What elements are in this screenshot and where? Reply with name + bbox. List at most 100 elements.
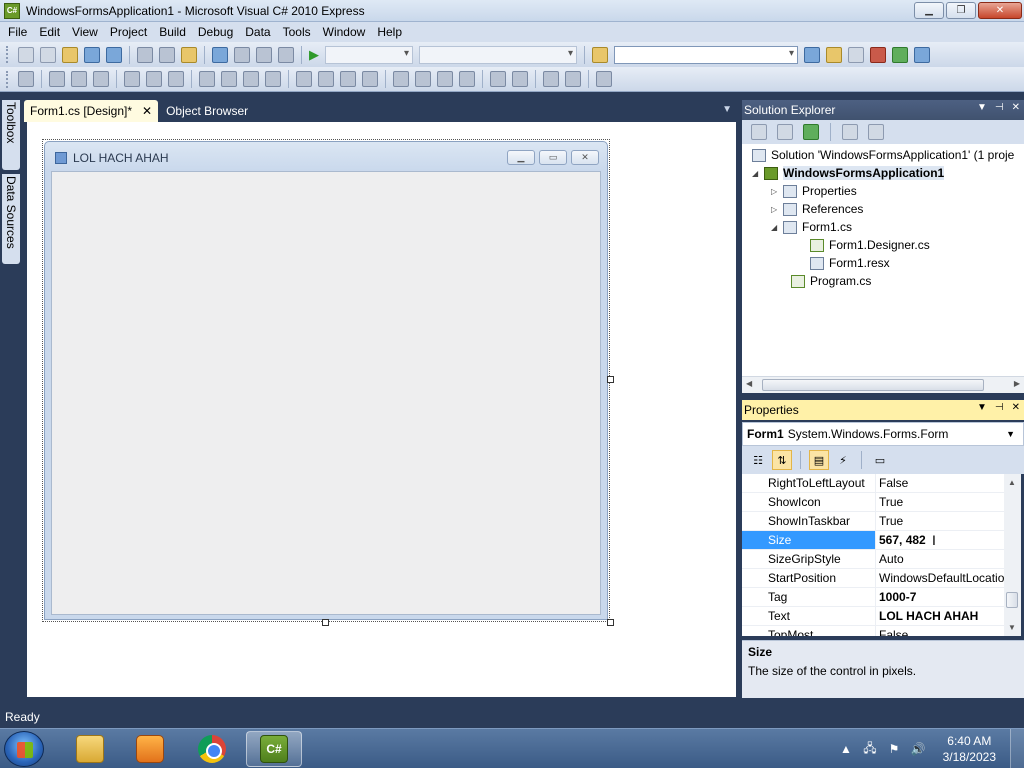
categorized-icon[interactable]: ☷ xyxy=(748,450,768,470)
align-tops-icon[interactable] xyxy=(124,71,140,87)
object-selector[interactable]: Form1 System.Windows.Forms.Form ▼ xyxy=(742,422,1024,446)
copy-icon[interactable] xyxy=(159,46,175,63)
taskbar-visual-csharp[interactable]: C# xyxy=(246,731,302,767)
show-all-files-icon[interactable] xyxy=(777,124,793,140)
tab-order-icon[interactable] xyxy=(596,71,612,87)
property-row[interactable]: ShowInTaskbar True xyxy=(742,512,1004,531)
action-center-flag-icon[interactable]: ⚑ xyxy=(886,742,902,756)
expand-arrow-icon[interactable]: ▷ xyxy=(771,205,783,214)
resize-handle-bottom[interactable] xyxy=(322,619,329,626)
designed-form[interactable]: LOL HACH AHAH ▁ ▭ ✕ xyxy=(44,141,608,620)
find-combo[interactable] xyxy=(614,45,798,64)
close-panel-icon[interactable]: ✕ xyxy=(1012,102,1020,113)
remove-vertical-spacing-icon[interactable] xyxy=(459,71,475,87)
network-icon[interactable]: 🖧 xyxy=(862,739,878,760)
tree-item-form1-cs[interactable]: ◢ Form1.cs xyxy=(771,218,852,236)
auto-hide-pin-icon[interactable]: ⊣ xyxy=(995,402,1004,413)
minimize-button[interactable]: ▁ xyxy=(914,2,944,19)
active-files-dropdown-icon[interactable]: ▼ xyxy=(722,104,732,115)
property-value[interactable]: False xyxy=(876,474,1004,492)
menu-view[interactable]: View xyxy=(66,22,104,42)
property-row[interactable]: StartPosition WindowsDefaultLocatio xyxy=(742,569,1004,588)
tree-item-form1-designer-cs[interactable]: Form1.Designer.cs xyxy=(810,236,930,254)
restore-button[interactable]: ❐ xyxy=(946,2,976,19)
scroll-up-icon[interactable]: ▲ xyxy=(1008,478,1016,487)
make-same-height-icon[interactable] xyxy=(243,71,259,87)
decrease-vertical-spacing-icon[interactable] xyxy=(437,71,453,87)
property-row[interactable]: SizeGripStyle Auto xyxy=(742,550,1004,569)
start-page-icon[interactable] xyxy=(892,46,908,63)
cut-icon[interactable] xyxy=(137,46,153,63)
align-centers-icon[interactable] xyxy=(71,71,87,87)
find-in-files-icon[interactable] xyxy=(592,46,608,63)
taskbar-media-player[interactable] xyxy=(122,731,178,767)
property-value[interactable]: Auto xyxy=(876,550,1004,568)
collapse-arrow-icon[interactable]: ◢ xyxy=(752,169,764,178)
add-item-icon[interactable] xyxy=(40,46,56,63)
horizontal-spacing-icon[interactable] xyxy=(296,71,312,87)
toolbox-tab[interactable]: Toolbox xyxy=(2,100,20,170)
chevron-down-icon[interactable]: ▼ xyxy=(1006,429,1015,439)
make-same-width-icon[interactable] xyxy=(199,71,215,87)
solution-tree-horizontal-scrollbar[interactable]: ◀ ▶ xyxy=(742,376,1024,393)
menu-build[interactable]: Build xyxy=(153,22,192,42)
properties-view-icon[interactable]: ▤ xyxy=(809,450,829,470)
solution-explorer-icon[interactable] xyxy=(804,46,820,63)
navigate-backward-icon[interactable] xyxy=(256,46,272,63)
send-to-back-icon[interactable] xyxy=(565,71,581,87)
tree-item-form1-resx[interactable]: Form1.resx xyxy=(810,254,890,272)
new-project-icon[interactable] xyxy=(18,46,34,63)
menu-tools[interactable]: Tools xyxy=(277,22,317,42)
menu-project[interactable]: Project xyxy=(104,22,153,42)
properties-window-icon[interactable] xyxy=(826,46,842,63)
data-sources-tab[interactable]: Data Sources xyxy=(2,174,20,264)
property-row[interactable]: RightToLeftLayout False xyxy=(742,474,1004,493)
form-designer-surface[interactable]: LOL HACH AHAH ▁ ▭ ✕ xyxy=(27,122,736,697)
close-button[interactable]: ✕ xyxy=(978,2,1022,19)
align-bottoms-icon[interactable] xyxy=(168,71,184,87)
auto-hide-pin-icon[interactable]: ⊣ xyxy=(995,102,1004,113)
start-debugging-icon[interactable]: ▶ xyxy=(306,47,322,63)
vertical-spacing-icon[interactable] xyxy=(393,71,409,87)
scroll-left-icon[interactable]: ◀ xyxy=(746,379,752,388)
align-to-grid-icon[interactable] xyxy=(18,71,34,87)
property-value[interactable]: 1000-7 xyxy=(876,588,1004,606)
menu-window[interactable]: Window xyxy=(317,22,372,42)
menu-file[interactable]: File xyxy=(2,22,33,42)
view-designer-icon[interactable] xyxy=(868,124,884,140)
start-button[interactable] xyxy=(4,731,44,767)
close-tab-icon[interactable]: ✕ xyxy=(142,104,152,118)
scrollbar-thumb[interactable] xyxy=(1006,592,1018,608)
tree-item-project[interactable]: ◢ WindowsFormsApplication1 xyxy=(752,164,945,182)
collapse-arrow-icon[interactable]: ◢ xyxy=(771,223,783,232)
events-lightning-icon[interactable]: ⚡ xyxy=(833,450,853,470)
expand-arrow-icon[interactable]: ▷ xyxy=(771,187,783,196)
center-vertically-icon[interactable] xyxy=(512,71,528,87)
open-file-icon[interactable] xyxy=(62,46,78,63)
make-same-size-icon[interactable] xyxy=(265,71,281,87)
toolbox-icon[interactable] xyxy=(870,46,886,63)
scroll-right-icon[interactable]: ▶ xyxy=(1014,379,1020,388)
scroll-down-icon[interactable]: ▼ xyxy=(1008,623,1016,632)
center-horizontally-icon[interactable] xyxy=(490,71,506,87)
increase-horizontal-spacing-icon[interactable] xyxy=(318,71,334,87)
property-grid-vertical-scrollbar[interactable]: ▲ ▼ xyxy=(1004,474,1021,636)
object-browser-icon[interactable] xyxy=(848,46,864,63)
view-code-icon[interactable] xyxy=(842,124,858,140)
decrease-horizontal-spacing-icon[interactable] xyxy=(340,71,356,87)
property-row[interactable]: Text LOL HACH AHAH xyxy=(742,607,1004,626)
bring-to-front-icon[interactable] xyxy=(543,71,559,87)
scrollbar-thumb[interactable] xyxy=(762,379,984,391)
taskbar-explorer[interactable] xyxy=(62,731,118,767)
property-row[interactable]: Tag 1000-7 xyxy=(742,588,1004,607)
toolbar-grip[interactable] xyxy=(6,70,9,88)
window-position-icon[interactable]: ▼ xyxy=(977,402,987,413)
paste-icon[interactable] xyxy=(181,46,197,63)
menu-debug[interactable]: Debug xyxy=(192,22,239,42)
resize-handle-right[interactable] xyxy=(607,376,614,383)
increase-vertical-spacing-icon[interactable] xyxy=(415,71,431,87)
property-row[interactable]: ShowIcon True xyxy=(742,493,1004,512)
toolbar-grip[interactable] xyxy=(6,46,9,63)
properties-icon[interactable] xyxy=(751,124,767,140)
save-all-icon[interactable] xyxy=(106,46,122,63)
